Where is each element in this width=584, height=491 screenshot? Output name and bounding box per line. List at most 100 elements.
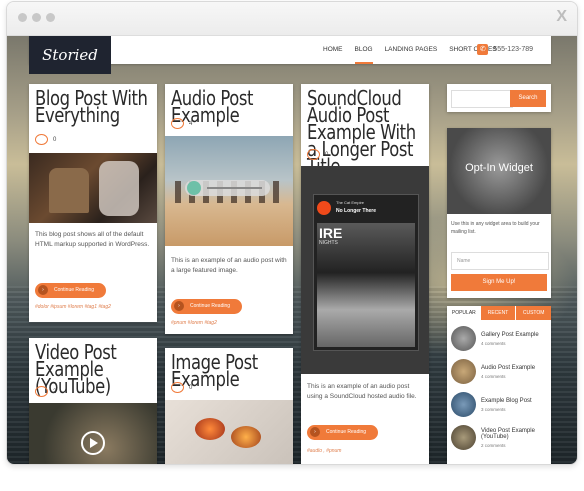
person-shape [99,161,139,216]
nav-landing-pages[interactable]: LANDING PAGES [379,36,444,64]
button-label: Continue Reading [326,429,367,435]
site-logo[interactable]: Storied [29,36,111,74]
popular-post-title[interactable]: Gallery Post Example [481,332,539,338]
tab-custom[interactable]: CUSTOM [515,306,551,320]
armchair-shape [49,168,89,213]
comment-icon [171,382,184,393]
continue-reading-button[interactable]: › Continue Reading [171,294,243,314]
comment-count[interactable]: 4 [171,118,192,129]
featured-image[interactable] [29,153,157,223]
tab-recent[interactable]: RECENT [480,306,516,320]
post-thumbnail[interactable] [451,326,476,351]
comment-icon [35,386,48,397]
optin-title: Opt-In Widget [465,162,533,174]
post-thumbnail[interactable] [451,425,476,450]
nav-blog[interactable]: BLOG [349,36,379,64]
comment-number: 4 [189,120,193,127]
arrow-right-icon: › [174,301,184,311]
phone-contact: ✆ 555-123-789 [477,44,533,55]
popular-post-meta: 2 comments [481,442,506,448]
main-nav: HOME BLOG LANDING PAGES SHORT CODES [317,36,503,64]
optin-text: Use this in any widget area to build you… [451,221,540,235]
post-tags[interactable]: #audio , #pnum [307,448,341,454]
comment-icon [171,118,184,129]
popular-post-title[interactable]: Audio Post Example [481,365,535,371]
list-item[interactable]: Example Blog Post 3 comments [451,388,547,421]
soundcloud-embed[interactable]: The Cat Empire No Longer There IRE NIGHT… [301,166,429,374]
artist-name[interactable]: The Cat Empire [336,200,364,205]
tab-popular[interactable]: POPULAR [447,306,481,320]
button-label: Continue Reading [190,303,231,309]
page-viewport: Storied HOME BLOG LANDING PAGES SHORT CO… [7,36,577,464]
post-tags[interactable]: #pnum #lorem #tag2 [171,320,217,326]
browser-chrome: X [7,2,577,36]
post-excerpt: This blog post shows all of the default … [35,231,150,248]
search-widget: Search [447,84,551,112]
search-input[interactable] [451,90,513,108]
list-item[interactable]: Gallery Post Example 4 comments [451,322,547,355]
play-icon[interactable] [81,431,105,455]
comment-count[interactable]: 0 [171,382,192,393]
name-field[interactable]: Name [451,252,549,270]
comment-count[interactable]: 0 [35,134,56,145]
album-art-subtext: NIGHTS [319,240,338,246]
sign-up-button[interactable]: Sign Me Up! [451,274,547,291]
optin-image: Opt-In Widget [447,128,551,214]
featured-image[interactable] [165,136,293,246]
post-excerpt: This is an example of an audio post usin… [307,383,417,400]
list-item[interactable]: Video Post Example (YouTube) 2 comments [451,421,547,454]
continue-reading-button[interactable]: › Continue Reading [35,278,107,298]
popular-post-meta: 3 comments [481,406,506,412]
browser-window: X Storied HOME BLOG LANDING PAGES SHORT … [6,1,578,465]
post-thumbnail[interactable] [451,392,476,417]
optin-widget: Opt-In Widget Use this in any widget are… [447,128,551,298]
comment-count[interactable]: 2 [35,386,56,397]
window-dot [18,13,27,22]
featured-image[interactable] [165,400,293,464]
comment-icon [35,134,48,145]
window-dot [32,13,41,22]
comment-number: 0 [189,384,193,391]
play-icon[interactable] [187,181,201,195]
search-button[interactable]: Search [510,90,546,107]
button-label: Continue Reading [54,287,95,293]
post-excerpt: This is an example of an audio post with… [171,257,287,274]
play-icon[interactable] [317,201,331,215]
album-art-text: IRE [319,225,343,241]
nav-home[interactable]: HOME [317,36,349,64]
phone-number: 555-123-789 [493,46,533,53]
continue-reading-button[interactable]: › Continue Reading [307,420,379,440]
tabbed-posts-widget: POPULAR RECENT CUSTOM Gallery Post Examp… [447,306,551,464]
popular-post-meta: 4 comments [481,373,506,379]
comment-count[interactable]: 0 [307,149,328,160]
popular-post-title[interactable]: Video Post Example (YouTube) [481,428,547,440]
sunglasses-lens [231,426,261,448]
arrow-right-icon: › [310,427,320,437]
post-thumbnail[interactable] [451,359,476,384]
post-tags[interactable]: #dolor #ipsum #lorem #tag1 #tag2 [35,304,111,310]
post-title[interactable]: Blog Post With Everything [35,88,157,125]
audio-progress[interactable] [207,187,262,189]
popular-post-title[interactable]: Example Blog Post [481,398,532,404]
post-card-blog-everything: Blog Post With Everything 0 This blog po… [29,84,157,322]
post-card-image: Image Post Example 0 [165,348,293,464]
album-art: IRE NIGHTS [317,223,415,347]
comment-number: 0 [325,151,329,158]
comment-number: 0 [53,136,57,143]
widget-tabs: POPULAR RECENT CUSTOM [447,306,551,320]
post-card-video-youtube: Video Post Example (YouTube) 2 [29,338,157,464]
list-item[interactable]: Audio Post Example 4 comments [451,355,547,388]
soundcloud-player[interactable]: The Cat Empire No Longer There IRE NIGHT… [313,194,419,351]
post-title[interactable]: SoundCloud Audio Post Example With a Lon… [307,88,429,176]
comment-number: 2 [53,388,57,395]
popular-post-meta: 4 comments [481,340,506,346]
post-card-soundcloud: SoundCloud Audio Post Example With a Lon… [301,84,429,464]
track-name[interactable]: No Longer There [336,208,376,214]
sunglasses-lens [195,418,225,440]
arrow-right-icon: › [38,285,48,295]
video-thumbnail[interactable] [29,403,157,464]
window-dot [46,13,55,22]
audio-player[interactable] [185,180,270,196]
close-icon[interactable]: X [556,8,567,26]
comment-icon [307,149,320,160]
